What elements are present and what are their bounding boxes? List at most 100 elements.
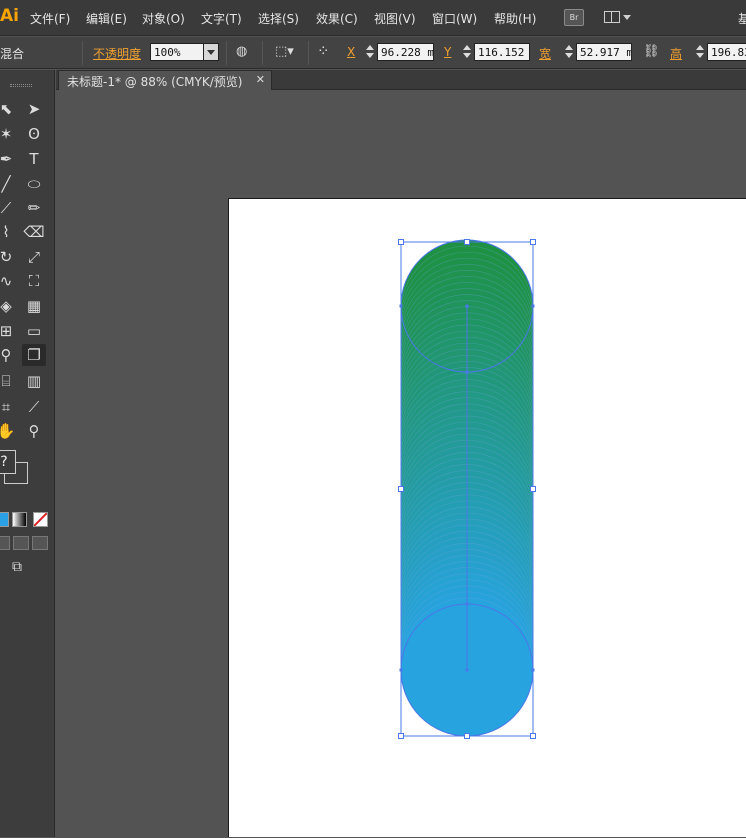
- width-label[interactable]: 宽: [539, 45, 551, 62]
- opacity-dropdown[interactable]: [203, 43, 219, 61]
- constrain-proportions-icon[interactable]: ⛓: [643, 44, 660, 59]
- zoom-tool-icon[interactable]: ⚲: [22, 420, 46, 442]
- blend-label: 混合: [0, 47, 25, 61]
- mesh-tool-icon[interactable]: ⊞: [0, 320, 18, 342]
- blob-brush-tool-icon[interactable]: ⌇: [0, 221, 18, 243]
- hand-tool-icon[interactable]: ✋: [0, 420, 18, 442]
- slice-tool-icon[interactable]: ⟋: [22, 396, 46, 418]
- blend-tool-icon[interactable]: ❐: [22, 344, 46, 366]
- warp-tool-icon[interactable]: ∿: [0, 270, 18, 292]
- x-label[interactable]: X: [347, 45, 355, 59]
- anchor-point: [399, 304, 403, 308]
- menu-help[interactable]: 帮助(H): [494, 10, 536, 27]
- anchor-point: [531, 304, 535, 308]
- menu-type[interactable]: 文字(T): [201, 10, 242, 27]
- control-bar: 混合 不透明度 100% ◍ ⬚▾ ⁘ X 96.228 mm Y 116.15…: [0, 37, 746, 69]
- scale-tool-icon[interactable]: ⤢: [22, 246, 46, 268]
- paintbrush-tool-icon[interactable]: ⟋: [0, 197, 18, 219]
- anchor-point: [465, 668, 469, 672]
- lasso-tool-icon[interactable]: ʘ: [22, 123, 46, 145]
- bounding-box-handle[interactable]: [530, 486, 536, 492]
- ellipse-tool-icon[interactable]: ⬭: [22, 173, 46, 195]
- menu-file[interactable]: 文件(F): [30, 10, 70, 27]
- selection-tool-icon[interactable]: ⬉: [0, 98, 18, 120]
- fill-swatch[interactable]: ?: [0, 450, 16, 474]
- menu-effect[interactable]: 效果(C): [316, 10, 358, 27]
- panel-grip[interactable]: [10, 84, 32, 87]
- menu-window[interactable]: 窗口(W): [432, 10, 477, 27]
- workspace-layout-icon: [604, 11, 620, 23]
- canvas-area[interactable]: [56, 91, 746, 837]
- line-tool-icon[interactable]: ╱: [0, 173, 18, 195]
- opacity-label[interactable]: 不透明度: [93, 45, 141, 62]
- x-stepper[interactable]: [364, 43, 376, 61]
- recolor-artwork-icon[interactable]: ◍: [236, 44, 247, 59]
- pen-tool-icon[interactable]: ✒: [0, 148, 18, 170]
- bounding-box-handle[interactable]: [530, 733, 536, 739]
- y-input[interactable]: 116.152 mm: [474, 43, 530, 61]
- draw-normal-button[interactable]: [0, 536, 10, 550]
- bridge-button[interactable]: Br: [564, 9, 584, 26]
- y-stepper[interactable]: [461, 43, 473, 61]
- tools-panel: ⬉ ➤ ✶ ʘ ✒ T ╱ ⬭ ⟋ ✏ ⌇ ⌫ ↻ ⤢ ∿ ⛶ ◈ ▦ ⊞ ▭ …: [0, 70, 55, 837]
- bounding-box-handle[interactable]: [530, 239, 536, 245]
- app-logo: Ai: [0, 6, 19, 26]
- none-slash-icon: [34, 513, 47, 526]
- eyedropper-tool-icon[interactable]: ⚲: [0, 344, 18, 366]
- none-mode-button[interactable]: [33, 512, 48, 527]
- height-stepper[interactable]: [694, 43, 706, 61]
- close-icon[interactable]: ✕: [256, 73, 265, 86]
- free-transform-tool-icon[interactable]: ⛶: [22, 270, 46, 292]
- y-label[interactable]: Y: [444, 45, 451, 59]
- gradient-tool-icon[interactable]: ▭: [22, 320, 46, 342]
- divider: [262, 41, 263, 65]
- menu-bar: Ai 文件(F) 编辑(E) 对象(O) 文字(T) 选择(S) 效果(C) 视…: [0, 0, 746, 36]
- color-mode-button[interactable]: [0, 512, 9, 527]
- workspace-switcher-button[interactable]: [604, 9, 634, 26]
- graph-tool-icon[interactable]: ▥: [22, 370, 46, 392]
- screen-mode-icon[interactable]: ⧉: [5, 556, 29, 578]
- bounding-box-handle[interactable]: [398, 733, 404, 739]
- pencil-tool-icon[interactable]: ✏: [22, 197, 46, 219]
- menu-object[interactable]: 对象(O): [142, 10, 185, 27]
- gradient-mode-button[interactable]: [12, 512, 27, 527]
- anchor-point: [465, 304, 469, 308]
- height-input[interactable]: 196.83: [707, 43, 746, 61]
- direct-selection-tool-icon[interactable]: ➤: [22, 98, 46, 120]
- menu-view[interactable]: 视图(V): [374, 10, 416, 27]
- bounding-box-handle[interactable]: [398, 239, 404, 245]
- type-tool-icon[interactable]: T: [22, 148, 46, 170]
- bounding-box-handle[interactable]: [464, 239, 470, 245]
- rotate-tool-icon[interactable]: ↻: [0, 246, 18, 268]
- fill-stroke-swatches[interactable]: ?: [0, 450, 32, 484]
- document-tab[interactable]: 未标题-1* @ 88% (CMYK/预览) ✕: [58, 70, 272, 90]
- shape-builder-tool-icon[interactable]: ◈: [0, 295, 18, 317]
- align-icon[interactable]: ⬚▾: [275, 44, 294, 59]
- height-label[interactable]: 高: [670, 45, 682, 62]
- anchor-point: [465, 602, 469, 606]
- bounding-box-handle[interactable]: [464, 733, 470, 739]
- width-stepper[interactable]: [563, 43, 575, 61]
- menu-select[interactable]: 选择(S): [258, 10, 299, 27]
- opacity-input[interactable]: 100%: [150, 43, 204, 61]
- x-input[interactable]: 96.228 mm: [377, 43, 434, 61]
- artboard-tool-icon[interactable]: ⌗: [0, 396, 18, 418]
- blend-artwork[interactable]: [229, 199, 746, 838]
- divider: [82, 41, 83, 65]
- workspace-label[interactable]: 基: [738, 10, 746, 27]
- artboard[interactable]: [228, 198, 746, 837]
- chevron-down-icon: [623, 15, 631, 20]
- width-input[interactable]: 52.917 mm: [576, 43, 632, 61]
- magic-wand-tool-icon[interactable]: ✶: [0, 123, 18, 145]
- draw-behind-button[interactable]: [13, 536, 29, 550]
- eraser-tool-icon[interactable]: ⌫: [22, 221, 46, 243]
- document-tab-bar: 未标题-1* @ 88% (CMYK/预览) ✕: [56, 70, 746, 90]
- divider: [308, 41, 309, 65]
- menu-edit[interactable]: 编辑(E): [86, 10, 127, 27]
- reference-point-icon[interactable]: ⁘: [317, 42, 330, 60]
- bounding-box-handle[interactable]: [398, 486, 404, 492]
- anchor-point: [531, 668, 535, 672]
- symbol-sprayer-tool-icon[interactable]: ⌸: [0, 370, 18, 392]
- perspective-grid-tool-icon[interactable]: ▦: [22, 295, 46, 317]
- draw-inside-button[interactable]: [32, 536, 48, 550]
